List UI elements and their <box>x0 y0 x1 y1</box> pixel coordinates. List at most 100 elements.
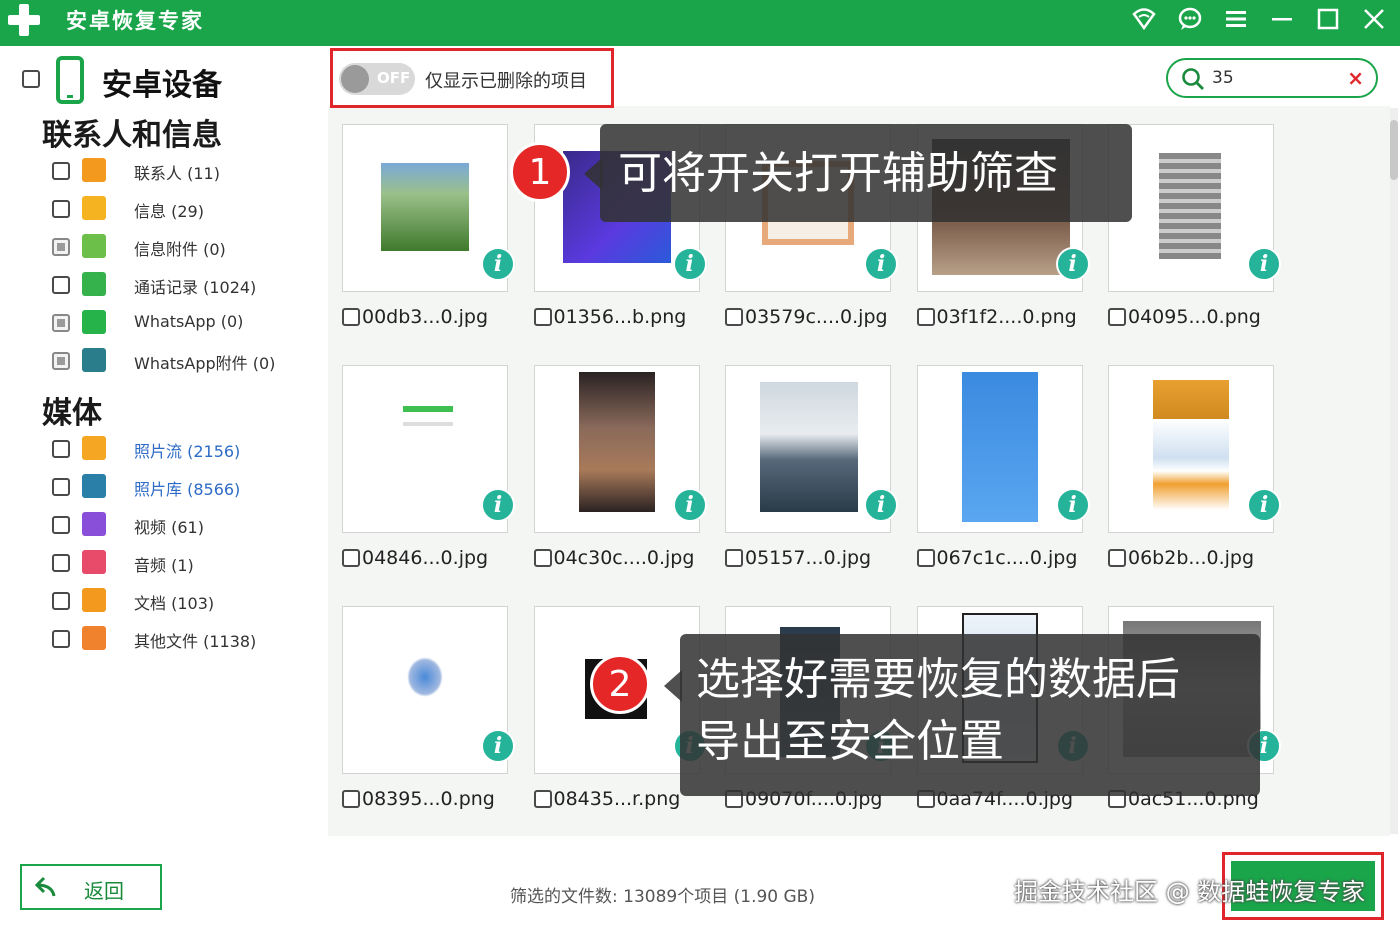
file-name-row: 08395...0.png <box>342 788 522 814</box>
file-checkbox[interactable] <box>342 308 360 326</box>
video-icon <box>82 512 106 536</box>
sidebar-item-attachment[interactable]: 信息附件 (0) <box>0 230 328 264</box>
file-checkbox[interactable] <box>342 549 360 567</box>
sidebar-item-checkbox[interactable] <box>52 440 70 458</box>
sidebar-item-checkbox[interactable] <box>52 314 70 332</box>
sidebar-item-video[interactable]: 视频 (61) <box>0 508 328 542</box>
file-tile[interactable]: i 04c30c....0.jpg <box>533 365 707 571</box>
sidebar-item-document[interactable]: 文档 (103) <box>0 584 328 618</box>
clear-search-icon[interactable]: × <box>1347 66 1364 90</box>
file-name-row: 04c30c....0.jpg <box>533 547 714 573</box>
file-checkbox[interactable] <box>1108 549 1126 567</box>
back-button[interactable]: 返回 <box>20 864 162 910</box>
sidebar-item-checkbox[interactable] <box>52 516 70 534</box>
info-icon[interactable]: i <box>1247 247 1281 281</box>
sidebar-item-whatsapp[interactable]: WhatsApp (0) <box>0 306 328 340</box>
deleted-only-filter: OFF 仅显示已删除的项目 <box>330 48 614 108</box>
search-icon[interactable] <box>1180 66 1206 92</box>
sidebar-item-photo-library[interactable]: 照片库 (8566) <box>0 470 328 504</box>
section-title-media: 媒体 <box>42 396 102 431</box>
sidebar-item-checkbox[interactable] <box>52 276 70 294</box>
file-checkbox[interactable] <box>916 549 935 567</box>
callout-1-text: 可将开关打开辅助筛查 <box>618 148 1058 199</box>
maximize-icon[interactable] <box>1314 5 1342 33</box>
file-name: 067c1c....0.jpg <box>936 547 1078 569</box>
callout-2-line1: 选择好需要恢复的数据后 <box>696 654 1180 705</box>
file-thumbnail[interactable]: i <box>1108 124 1281 292</box>
chat-icon[interactable] <box>1176 5 1204 33</box>
sidebar-item-label: 信息附件 (0) <box>134 240 226 259</box>
info-icon[interactable]: i <box>1247 488 1281 522</box>
file-checkbox[interactable] <box>725 549 743 567</box>
info-icon[interactable]: i <box>672 488 707 522</box>
close-icon[interactable] <box>1360 5 1388 33</box>
info-icon[interactable]: i <box>481 247 515 281</box>
minimize-icon[interactable] <box>1268 5 1296 33</box>
file-name-row: 03f1f2....0.png <box>916 306 1097 332</box>
file-name-row: 05157...0.jpg <box>725 547 905 573</box>
info-icon[interactable]: i <box>1055 488 1090 522</box>
file-checkbox[interactable] <box>533 790 552 808</box>
file-name: 08395...0.png <box>362 788 495 810</box>
callout-1-number: 1 <box>510 142 570 202</box>
file-tile[interactable]: i 06b2b...0.jpg <box>1108 365 1281 571</box>
sidebar-item-checkbox[interactable] <box>52 592 70 610</box>
file-checkbox[interactable] <box>342 790 360 808</box>
title-bar: 安卓恢复专家 <box>0 0 1400 46</box>
file-name-row: 03579c....0.jpg <box>725 306 905 332</box>
device-row[interactable]: 安卓设备 <box>0 46 328 116</box>
sidebar-item-contacts[interactable]: 联系人 (11) <box>0 154 328 188</box>
sidebar-item-messages[interactable]: 信息 (29) <box>0 192 328 226</box>
menu-icon[interactable] <box>1222 5 1250 33</box>
file-checkbox[interactable] <box>533 549 552 567</box>
deleted-only-toggle[interactable]: OFF <box>339 63 415 95</box>
info-icon[interactable]: i <box>1055 247 1090 281</box>
app-title: 安卓恢复专家 <box>66 9 204 33</box>
sidebar-item-checkbox[interactable] <box>52 200 70 218</box>
sidebar-item-whatsapp-attachment[interactable]: WhatsApp附件 (0) <box>0 344 328 378</box>
sidebar-item-checkbox[interactable] <box>52 630 70 648</box>
file-checkbox[interactable] <box>533 308 552 326</box>
filtered-file-count: 筛选的文件数: 13089个项目 (1.90 GB) <box>510 887 815 907</box>
sidebar-item-label: 通话记录 (1024) <box>134 278 257 297</box>
file-thumbnail[interactable]: i <box>342 606 515 774</box>
wifi-icon[interactable] <box>1130 5 1158 33</box>
file-checkbox[interactable] <box>916 308 935 326</box>
grid-scrollbar[interactable] <box>1390 108 1398 834</box>
file-tile[interactable]: i 08395...0.png <box>342 606 515 812</box>
info-icon[interactable]: i <box>864 247 898 281</box>
file-thumbnail[interactable]: i <box>916 365 1090 533</box>
file-tile[interactable]: i 04095...0.png <box>1108 124 1281 330</box>
sidebar-item-checkbox[interactable] <box>52 554 70 572</box>
file-thumbnail[interactable]: i <box>342 365 515 533</box>
file-tile[interactable]: i 067c1c....0.jpg <box>916 365 1090 571</box>
device-checkbox[interactable] <box>22 70 40 88</box>
sidebar-item-checkbox[interactable] <box>52 352 70 370</box>
file-tile[interactable]: i 05157...0.jpg <box>725 365 898 571</box>
file-thumbnail[interactable]: i <box>725 365 898 533</box>
sidebar-item-phone-call[interactable]: 通话记录 (1024) <box>0 268 328 302</box>
file-thumbnail[interactable]: i <box>1108 365 1281 533</box>
file-checkbox[interactable] <box>725 308 743 326</box>
search-input[interactable] <box>1212 65 1342 91</box>
file-checkbox[interactable] <box>1108 308 1126 326</box>
device-label: 安卓设备 <box>102 68 222 103</box>
file-browser: OFF 仅显示已删除的项目 × i 00db3...0.jpg i 01356...b… <box>328 46 1400 836</box>
sidebar-item-other-files[interactable]: 其他文件 (1138) <box>0 622 328 656</box>
file-name: 08435...r.png <box>553 788 681 810</box>
info-icon[interactable]: i <box>481 729 515 763</box>
file-tile[interactable]: i 00db3...0.jpg <box>342 124 515 330</box>
filter-label: 仅显示已删除的项目 <box>425 71 587 92</box>
thumbnail-image <box>381 163 469 251</box>
sidebar-item-audio[interactable]: 音频 (1) <box>0 546 328 580</box>
sidebar-item-checkbox[interactable] <box>52 162 70 180</box>
info-icon[interactable]: i <box>672 247 707 281</box>
file-thumbnail[interactable]: i <box>533 365 707 533</box>
info-icon[interactable]: i <box>481 488 515 522</box>
file-tile[interactable]: i 04846...0.jpg <box>342 365 515 571</box>
file-thumbnail[interactable]: i <box>342 124 515 292</box>
sidebar-item-checkbox[interactable] <box>52 478 70 496</box>
sidebar-item-checkbox[interactable] <box>52 238 70 256</box>
info-icon[interactable]: i <box>864 488 898 522</box>
sidebar-item-photostream[interactable]: 照片流 (2156) <box>0 432 328 466</box>
